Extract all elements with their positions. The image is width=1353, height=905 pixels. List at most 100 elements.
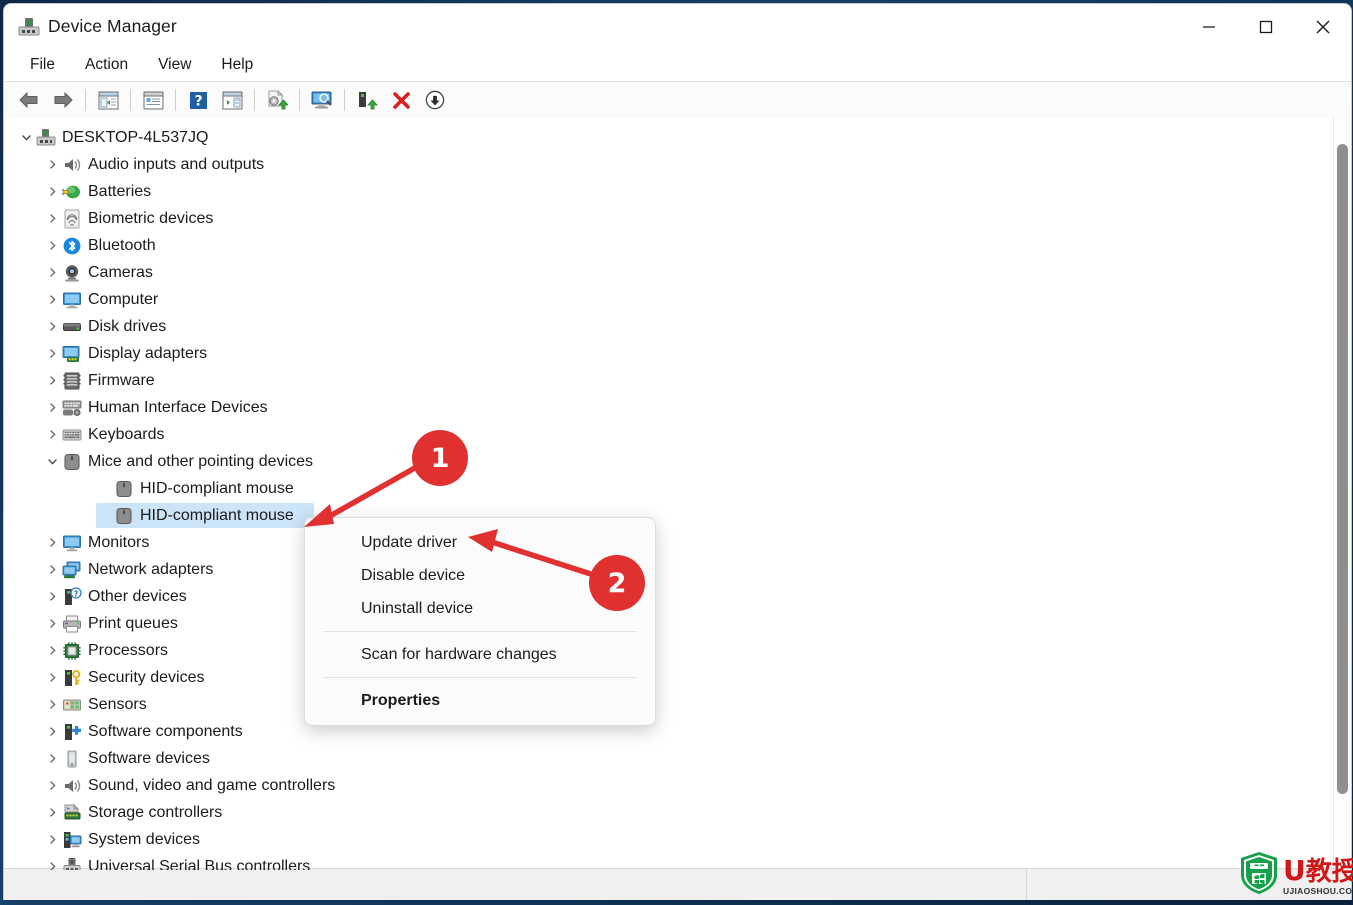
- chevron-down-icon[interactable]: [18, 130, 34, 146]
- chevron-right-icon[interactable]: [44, 319, 60, 335]
- forward-button[interactable]: [46, 85, 80, 115]
- chevron-right-icon[interactable]: [44, 670, 60, 686]
- tree-item[interactable]: Firmware: [4, 367, 1351, 394]
- tree-item-label: HID-compliant mouse: [140, 479, 294, 497]
- tree-item[interactable]: Mice and other pointing devices: [4, 448, 1351, 475]
- help-button[interactable]: ?: [181, 85, 215, 115]
- tree-item[interactable]: Cameras: [4, 259, 1351, 286]
- tree-item[interactable]: Network adapters: [4, 556, 1351, 583]
- ctx-update-driver[interactable]: Update driver: [305, 526, 655, 559]
- chevron-right-icon[interactable]: [44, 562, 60, 578]
- device-manager-icon: [18, 17, 40, 37]
- chevron-right-icon[interactable]: [44, 616, 60, 632]
- close-button[interactable]: [1294, 4, 1351, 49]
- svg-text:?: ?: [74, 589, 78, 598]
- chevron-right-icon[interactable]: [44, 184, 60, 200]
- chevron-right-icon[interactable]: [44, 832, 60, 848]
- tree-item[interactable]: Sensors: [4, 691, 1351, 718]
- title-bar: Device Manager: [4, 4, 1351, 49]
- scan-hardware-changes-button[interactable]: [305, 85, 339, 115]
- uninstall-device-button[interactable]: [384, 85, 418, 115]
- chevron-right-icon[interactable]: [44, 589, 60, 605]
- tree-item[interactable]: Bluetooth: [4, 232, 1351, 259]
- tree-item[interactable]: Batteries: [4, 178, 1351, 205]
- tree-item-label: Audio inputs and outputs: [88, 155, 265, 173]
- tree-item[interactable]: Sound, video and game controllers: [4, 772, 1351, 799]
- tree-item[interactable]: ? Other devices: [4, 583, 1351, 610]
- chevron-right-icon[interactable]: [44, 157, 60, 173]
- annotation-badge-1: 1: [412, 430, 468, 486]
- chevron-right-icon[interactable]: [44, 373, 60, 389]
- enable-device-button[interactable]: [350, 85, 384, 115]
- toolbar-separator: [130, 89, 131, 111]
- device-context-menu[interactable]: Update driver Disable device Uninstall dev…: [304, 517, 656, 726]
- properties-button[interactable]: [136, 85, 170, 115]
- chevron-right-icon[interactable]: [44, 724, 60, 740]
- tree-item[interactable]: Disk drives: [4, 313, 1351, 340]
- tree-item[interactable]: Security devices: [4, 664, 1351, 691]
- tree-item[interactable]: Audio inputs and outputs: [4, 151, 1351, 178]
- tree-item-label: DESKTOP-4L537JQ: [62, 128, 209, 146]
- tree-item[interactable]: HID-compliant mouse: [4, 475, 1351, 502]
- menu-help[interactable]: Help: [209, 52, 265, 78]
- ctx-properties[interactable]: Properties: [305, 684, 655, 717]
- disable-device-button[interactable]: [418, 85, 452, 115]
- chevron-right-icon[interactable]: [44, 805, 60, 821]
- toolbar-separator: [254, 89, 255, 111]
- software-component-icon: [62, 722, 82, 742]
- disk-drive-icon: [62, 317, 82, 337]
- device-tree-pane[interactable]: DESKTOP-4L537JQ Audio inputs and outputs B…: [4, 118, 1351, 870]
- usb-controller-icon: [62, 857, 82, 870]
- sensor-icon: [62, 695, 82, 715]
- minimize-button[interactable]: [1180, 4, 1237, 49]
- tree-item[interactable]: Print queues: [4, 610, 1351, 637]
- mouse-icon: [114, 479, 134, 499]
- chevron-right-icon[interactable]: [44, 346, 60, 362]
- menu-file[interactable]: File: [18, 52, 67, 78]
- tree-item[interactable]: Biometric devices: [4, 205, 1351, 232]
- tree-item[interactable]: Processors: [4, 637, 1351, 664]
- tree-item[interactable]: DESKTOP-4L537JQ: [4, 124, 1351, 151]
- tree-item[interactable]: Computer: [4, 286, 1351, 313]
- tree-item[interactable]: Monitors: [4, 529, 1351, 556]
- show-hide-console-tree-button[interactable]: [91, 85, 125, 115]
- mouse-icon: [62, 452, 82, 472]
- update-driver-button[interactable]: [260, 85, 294, 115]
- tree-item[interactable]: System devices: [4, 826, 1351, 853]
- chevron-right-icon[interactable]: [44, 400, 60, 416]
- chevron-right-icon[interactable]: [44, 535, 60, 551]
- show-hide-action-pane-button[interactable]: [215, 85, 249, 115]
- chevron-right-icon[interactable]: [44, 238, 60, 254]
- tree-item[interactable]: Software devices: [4, 745, 1351, 772]
- menu-action[interactable]: Action: [73, 52, 140, 78]
- vertical-scrollbar[interactable]: [1333, 118, 1351, 870]
- chevron-right-icon[interactable]: [44, 751, 60, 767]
- tree-item[interactable]: Storage controllers: [4, 799, 1351, 826]
- tree-item[interactable]: Software components: [4, 718, 1351, 745]
- chevron-right-icon[interactable]: [44, 859, 60, 870]
- shield-logo-icon: [1239, 851, 1279, 895]
- tree-item-selected[interactable]: HID-compliant mouse: [4, 502, 1351, 529]
- toolbar-separator: [299, 89, 300, 111]
- back-button[interactable]: [12, 85, 46, 115]
- tree-item-label: Computer: [88, 290, 159, 308]
- watermark-chinese: 教授: [1305, 857, 1353, 887]
- chevron-right-icon[interactable]: [44, 292, 60, 308]
- chevron-right-icon[interactable]: [44, 427, 60, 443]
- desktop-background: Device Manager File Action View Help ? D…: [0, 0, 1353, 905]
- ctx-scan-hardware-changes[interactable]: Scan for hardware changes: [305, 638, 655, 671]
- tree-item-label: HID-compliant mouse: [140, 506, 294, 524]
- menu-view[interactable]: View: [146, 52, 203, 78]
- tree-item-label: Batteries: [88, 182, 152, 200]
- chevron-right-icon[interactable]: [44, 643, 60, 659]
- scrollbar-thumb[interactable]: [1337, 144, 1348, 794]
- chevron-down-icon[interactable]: [44, 454, 60, 470]
- tree-item[interactable]: Display adapters: [4, 340, 1351, 367]
- tree-item[interactable]: Human Interface Devices: [4, 394, 1351, 421]
- chevron-right-icon[interactable]: [44, 697, 60, 713]
- chevron-right-icon[interactable]: [44, 778, 60, 794]
- maximize-button[interactable]: [1237, 4, 1294, 49]
- chevron-right-icon[interactable]: [44, 265, 60, 281]
- tree-item[interactable]: Keyboards: [4, 421, 1351, 448]
- chevron-right-icon[interactable]: [44, 211, 60, 227]
